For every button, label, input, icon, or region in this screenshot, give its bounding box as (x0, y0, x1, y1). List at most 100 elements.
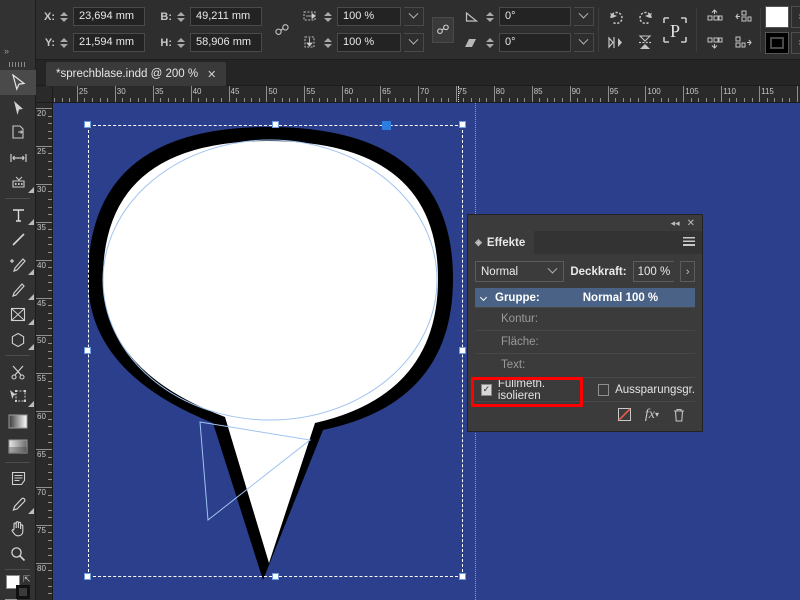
y-input[interactable]: 21,594 mm (73, 33, 145, 52)
rotate-90-ccw-icon[interactable] (632, 4, 658, 30)
tool-content-collector[interactable] (0, 170, 36, 195)
panel-titlebar[interactable]: ◂◂ ✕ (468, 215, 702, 231)
width-input[interactable]: 49,211 mm (190, 7, 262, 26)
tool-gradient-feather[interactable] (0, 434, 36, 459)
y-stepper[interactable] (58, 33, 70, 52)
ruler-tick (713, 98, 715, 102)
tool-selection[interactable] (0, 70, 36, 95)
height-input[interactable]: 58,906 mm (190, 33, 262, 52)
ruler-tick (721, 86, 723, 102)
panel-menu-icon[interactable] (683, 237, 695, 247)
width-stepper[interactable] (175, 7, 187, 26)
ruler-tick (425, 98, 427, 102)
rotation-dropdown[interactable] (574, 7, 594, 26)
align-left-icon[interactable] (730, 4, 756, 30)
effects-panel[interactable]: ◂◂ ✕ ◈ Effekte Normal Deckkraft: 100 % › (467, 214, 703, 432)
scale-y-input[interactable]: 100 % (337, 33, 401, 52)
scale-y-dropdown[interactable] (404, 33, 424, 52)
stroke-color-swatch[interactable] (16, 585, 30, 599)
tool-hand[interactable] (0, 516, 36, 541)
scale-y-stepper[interactable] (322, 33, 334, 52)
tool-eyedropper[interactable] (0, 491, 36, 516)
scale-x-dropdown[interactable] (404, 7, 424, 26)
tool-line[interactable] (0, 227, 36, 252)
knockout-group-checkbox[interactable] (598, 383, 610, 396)
tool-polygon[interactable] (0, 327, 36, 352)
ruler-corner[interactable] (36, 86, 53, 103)
blend-mode-select[interactable]: Normal (475, 261, 565, 282)
rotate-90-cw-icon[interactable] (603, 4, 629, 30)
tool-divider (5, 355, 30, 356)
isolate-blending-checkbox[interactable]: ✓ (481, 383, 492, 396)
shear-input[interactable]: 0° (499, 33, 571, 52)
stroke-swatch[interactable] (765, 31, 789, 54)
tool-rectangle-frame[interactable] (0, 302, 36, 327)
flip-horizontal-icon[interactable] (603, 30, 629, 56)
fill-swatch-dropdown[interactable]: › (791, 5, 800, 28)
delete-icon[interactable] (673, 408, 685, 422)
tool-direct-selection[interactable] (0, 95, 36, 120)
ruler-label: 30 (37, 184, 46, 194)
shear-stepper[interactable] (484, 33, 496, 52)
panel-expand-icon[interactable]: ◈ (475, 237, 482, 248)
tool-note[interactable] (0, 466, 36, 491)
selection-handle-mr[interactable] (459, 347, 466, 354)
x-stepper[interactable] (58, 7, 70, 26)
horizontal-ruler[interactable]: 2025303540455055606570758085909510010511… (36, 86, 800, 103)
align-right-icon[interactable] (730, 30, 756, 56)
row-gruppe[interactable]: Gruppe: Normal 100 % (475, 288, 695, 307)
tool-pen[interactable] (0, 252, 36, 277)
vertical-ruler[interactable]: 20 25 30 35 40 45 50 55 60 65 70 75 80 (36, 103, 53, 600)
close-icon[interactable]: ✕ (687, 218, 695, 229)
close-icon[interactable]: ✕ (207, 68, 216, 81)
ruler-tick (48, 267, 52, 269)
selection-handle-tc[interactable] (272, 121, 279, 128)
constrain-scale-button[interactable]: ☍ (432, 16, 454, 43)
row-kontur[interactable]: Kontur: (475, 307, 695, 330)
tool-gap[interactable] (0, 145, 36, 170)
swap-fill-stroke-icon[interactable]: ⇱ (23, 574, 31, 585)
shear-dropdown[interactable] (574, 33, 594, 52)
selection-handle-tr-reference[interactable] (382, 121, 391, 130)
tool-zoom[interactable] (0, 541, 36, 566)
x-input[interactable]: 23,694 mm (73, 7, 145, 26)
selection-handle-ml[interactable] (84, 347, 91, 354)
ruler-tick (48, 441, 52, 443)
toolbar-grip[interactable] (0, 58, 35, 70)
fx-icon[interactable]: fx ▾ (645, 407, 659, 423)
row-flaeche[interactable]: Fläche: (475, 330, 695, 353)
collapse-icon[interactable]: ◂◂ (671, 218, 680, 229)
tool-gradient-swatch[interactable] (0, 409, 36, 434)
scale-x-stepper[interactable] (322, 7, 334, 26)
opacity-slider-arrow[interactable]: › (680, 261, 695, 282)
row-text[interactable]: Text: (475, 353, 695, 376)
selection-handle-tl[interactable] (84, 121, 91, 128)
tool-scissors[interactable] (0, 359, 36, 384)
tool-pencil[interactable] (0, 277, 36, 302)
tool-free-transform[interactable] (0, 384, 36, 409)
align-bottom-icon[interactable] (701, 30, 727, 56)
selection-handle-bl[interactable] (84, 573, 91, 580)
rotation-input[interactable]: 0° (499, 7, 571, 26)
fill-swatch[interactable] (765, 5, 789, 28)
constrain-proportions-icon[interactable]: ☍ (271, 13, 293, 47)
tool-type[interactable] (0, 202, 36, 227)
tab-effekte[interactable]: ◈ Effekte (468, 231, 535, 254)
scale-x-input[interactable]: 100 % (337, 7, 401, 26)
selection-handle-tr[interactable] (459, 121, 466, 128)
opacity-input[interactable]: 100 % (632, 261, 675, 282)
stroke-swatch-dropdown[interactable]: › (791, 31, 800, 54)
selection-handle-bc[interactable] (272, 573, 279, 580)
text-frame-options-icon[interactable]: P (658, 13, 692, 47)
ruler-tick (48, 229, 52, 231)
rotation-stepper[interactable] (484, 7, 496, 26)
flip-vertical-icon[interactable] (632, 30, 658, 56)
ruler-tick (781, 98, 783, 102)
height-stepper[interactable] (175, 33, 187, 52)
align-top-icon[interactable] (701, 4, 727, 30)
selection-handle-br[interactable] (459, 573, 466, 580)
document-tab[interactable]: *sprechblase.indd @ 200 % ✕ (46, 62, 227, 86)
toolbar-collapse-button[interactable]: » (0, 44, 35, 58)
tool-page[interactable] (0, 120, 36, 145)
clear-effects-icon[interactable] (617, 408, 631, 421)
